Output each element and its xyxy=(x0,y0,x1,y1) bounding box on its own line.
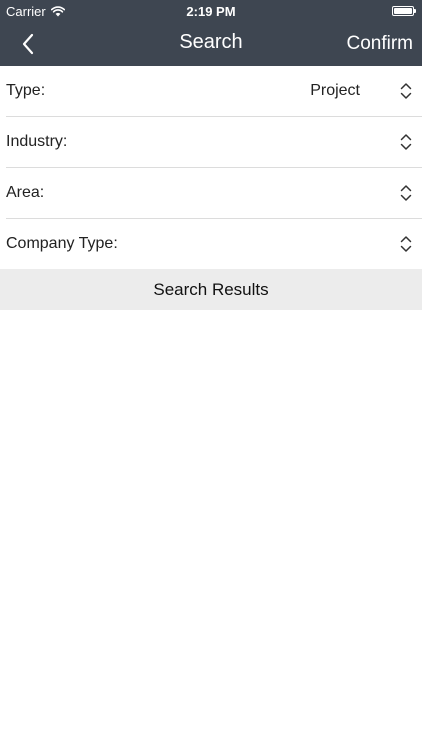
up-down-chevron-icon xyxy=(400,236,412,252)
company-type-label: Company Type: xyxy=(6,235,118,252)
up-down-chevron-icon xyxy=(400,83,412,99)
type-picker-row[interactable]: Type: Project xyxy=(0,66,422,117)
confirm-button[interactable]: Confirm xyxy=(346,33,413,55)
status-time: 2:19 PM xyxy=(186,4,236,19)
search-screen: Carrier 2:19 PM Search Confirm Type: Pro… xyxy=(0,0,422,750)
search-results-button[interactable]: Search Results xyxy=(0,269,422,310)
type-value: Project xyxy=(310,82,360,99)
area-picker-row[interactable]: Area: xyxy=(0,168,422,219)
up-down-chevron-icon xyxy=(400,134,412,150)
navigation-bar: Search Confirm xyxy=(0,22,422,66)
industry-label: Industry: xyxy=(6,133,68,150)
type-label: Type: xyxy=(6,82,46,99)
status-bar: Carrier 2:19 PM xyxy=(0,0,422,22)
up-down-chevron-icon xyxy=(400,185,412,201)
area-label: Area: xyxy=(6,184,45,201)
company-type-picker-row[interactable]: Company Type: xyxy=(0,219,422,270)
industry-picker-row[interactable]: Industry: xyxy=(0,117,422,168)
battery-fill xyxy=(394,8,412,14)
top-bar: Carrier 2:19 PM Search Confirm xyxy=(0,0,422,66)
battery-nub xyxy=(414,9,416,13)
battery-icon xyxy=(392,6,416,16)
search-form: Type: Project Industry: Area: Company Ty… xyxy=(0,66,422,270)
